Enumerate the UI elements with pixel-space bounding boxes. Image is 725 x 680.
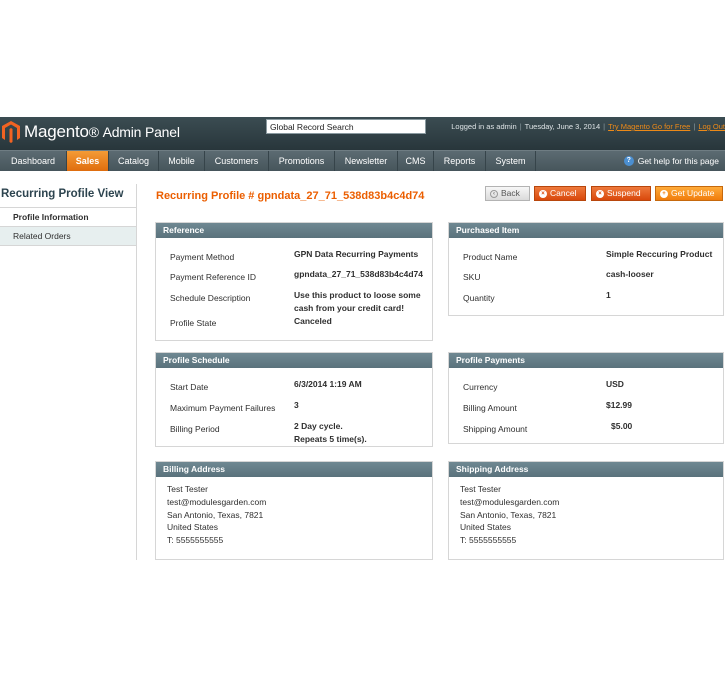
nav-reports[interactable]: Reports <box>434 151 486 171</box>
nav-sales[interactable]: Sales <box>67 151 109 171</box>
shipping-phone: T: 5555555555 <box>460 535 517 546</box>
payment-ref-value: gpndata_27_71_538d83b4c4d74 <box>294 269 423 279</box>
schedule-desc-label: Schedule Description <box>170 293 251 303</box>
billing-city: San Antonio, Texas, 7821 <box>167 509 264 520</box>
sidebar-title: Recurring Profile View <box>0 184 136 208</box>
payment-ref-label: Payment Reference ID <box>170 272 256 282</box>
nav-customers[interactable]: Customers <box>205 151 269 171</box>
logout-link[interactable]: Log Out <box>698 122 725 131</box>
max-failures-label: Maximum Payment Failures <box>170 403 276 413</box>
reference-title: Reference <box>156 223 432 238</box>
billing-period-line1: 2 Day cycle. <box>294 421 343 431</box>
billing-address-box: Billing Address Test Tester test@modules… <box>155 461 433 560</box>
billing-country: United States <box>167 522 219 533</box>
suspend-label: Suspend <box>607 188 641 198</box>
profile-payments-title: Profile Payments <box>449 353 723 368</box>
profile-state-label: Profile State <box>170 318 217 328</box>
cancel-icon: × <box>539 189 547 198</box>
shipping-address-block: Test Tester test@modulesgarden.com San A… <box>449 477 723 547</box>
billing-amount-value: $12.99 <box>606 400 632 410</box>
start-date-value: 6/3/2014 1:19 AM <box>294 379 362 389</box>
shipping-email: test@modulesgarden.com <box>460 496 560 507</box>
shipping-city: San Antonio, Texas, 7821 <box>460 509 557 520</box>
logged-in-text: Logged in as admin <box>451 122 517 131</box>
payment-method-label: Payment Method <box>170 252 235 262</box>
nav-promotions[interactable]: Promotions <box>269 151 335 171</box>
profile-payments-box: Profile Payments Currency USD Billing Am… <box>448 352 724 444</box>
help-label: Get help for this page <box>637 156 719 166</box>
profile-state-value: Canceled <box>294 316 332 326</box>
nav-catalog[interactable]: Catalog <box>109 151 159 171</box>
shipping-address-box: Shipping Address Test Tester test@module… <box>448 461 724 560</box>
tab-related-orders[interactable]: Related Orders <box>0 227 136 246</box>
back-icon: ‹ <box>490 189 498 198</box>
currency-label: Currency <box>463 382 498 392</box>
main-navigation: Dashboard Sales Catalog Mobile Customers… <box>0 150 725 171</box>
billing-phone: T: 5555555555 <box>167 535 224 546</box>
purchased-item-box: Purchased Item Product Name Simple Reccu… <box>448 222 724 316</box>
nav-cms[interactable]: CMS <box>398 151 434 171</box>
currency-value: USD <box>606 379 624 389</box>
payment-method-value: GPN Data Recurring Payments <box>294 249 419 259</box>
billing-period-line2: Repeats 5 time(s). <box>294 434 367 444</box>
shipping-amount-label: Shipping Amount <box>463 424 528 434</box>
profile-schedule-title: Profile Schedule <box>156 353 432 368</box>
profile-schedule-box: Profile Schedule Start Date 6/3/2014 1:1… <box>155 352 433 447</box>
shipping-amount-value: $5.00 <box>611 421 633 431</box>
schedule-desc-line1: Use this product to loose some <box>294 290 421 300</box>
start-date-label: Start Date <box>170 382 209 392</box>
reference-box: Reference Payment Method GPN Data Recurr… <box>155 222 433 341</box>
product-name-label: Product Name <box>463 252 518 262</box>
suspend-icon: × <box>596 189 604 198</box>
cancel-button[interactable]: × Cancel <box>534 186 586 201</box>
admin-header: Magento® Admin Panel Global Record Searc… <box>0 117 725 150</box>
magento-logo[interactable]: Magento® Admin Panel <box>2 121 180 143</box>
billing-address-block: Test Tester test@modulesgarden.com San A… <box>156 477 432 547</box>
help-icon: ? <box>623 156 634 166</box>
tab-profile-information[interactable]: Profile Information <box>0 208 136 227</box>
quantity-label: Quantity <box>463 293 495 303</box>
back-button[interactable]: ‹ Back <box>485 186 530 201</box>
nav-newsletter[interactable]: Newsletter <box>335 151 398 171</box>
page-title: Recurring Profile # gpndata_27_71_538d83… <box>156 190 425 202</box>
billing-email: test@modulesgarden.com <box>167 496 267 507</box>
header-links: Logged in as admin | Tuesday, June 3, 2014… <box>451 122 725 131</box>
get-update-button[interactable]: + Get Update <box>655 186 723 201</box>
nav-dashboard[interactable]: Dashboard <box>0 151 67 171</box>
try-magento-go-link[interactable]: Try Magento Go for Free <box>608 122 690 131</box>
suspend-button[interactable]: × Suspend <box>591 186 651 201</box>
billing-period-label: Billing Period <box>170 424 220 434</box>
sidebar: Recurring Profile View Profile Informati… <box>0 184 137 560</box>
quantity-value: 1 <box>606 290 611 300</box>
header-date: Tuesday, June 3, 2014 <box>524 122 601 131</box>
cancel-label: Cancel <box>550 188 577 198</box>
help-link[interactable]: ? Get help for this page <box>623 151 719 171</box>
shipping-name: Test Tester <box>460 484 501 494</box>
global-record-search-input[interactable]: Global Record Search <box>266 119 426 134</box>
billing-amount-label: Billing Amount <box>463 403 517 413</box>
billing-name: Test Tester <box>167 484 208 494</box>
logo-brand: Magento® Admin Panel <box>24 122 180 141</box>
shipping-country: United States <box>460 522 512 533</box>
max-failures-value: 3 <box>294 400 299 410</box>
nav-mobile[interactable]: Mobile <box>159 151 205 171</box>
schedule-desc-line2: cash from your credit card! <box>294 303 405 313</box>
sku-label: SKU <box>463 272 481 282</box>
nav-system[interactable]: System <box>486 151 536 171</box>
shipping-address-title: Shipping Address <box>449 462 723 477</box>
magento-logo-icon <box>2 121 20 143</box>
get-update-label: Get Update <box>671 188 715 198</box>
purchased-item-title: Purchased Item <box>449 223 723 238</box>
plus-icon: + <box>660 189 668 198</box>
sku-value: cash-looser <box>606 269 654 279</box>
product-name-value: Simple Reccuring Product <box>606 249 713 259</box>
billing-address-title: Billing Address <box>156 462 432 477</box>
back-label: Back <box>501 188 520 198</box>
